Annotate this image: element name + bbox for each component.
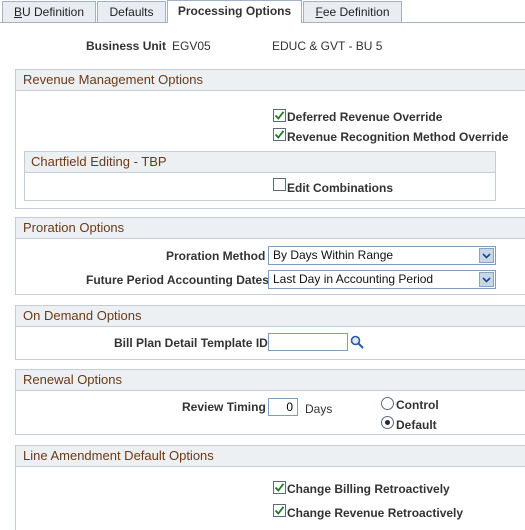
bill-plan-template-input[interactable] <box>268 333 348 351</box>
tab-fee-definition-accesskey: F <box>315 5 323 19</box>
check-icon <box>274 483 285 492</box>
future-period-dates-select[interactable]: Last Day in Accounting Period <box>268 270 496 289</box>
control-radio[interactable] <box>381 397 394 410</box>
edit-combinations-checkbox[interactable] <box>273 178 286 191</box>
tab-fee-definition-label: ee Definition <box>322 5 390 19</box>
chevron-down-icon <box>479 272 494 287</box>
check-icon <box>274 506 285 515</box>
change-revenue-retroactively-label: Change Revenue Retroactively <box>287 506 464 520</box>
radio-selected-dot <box>385 420 390 425</box>
control-radio-label: Control <box>396 398 439 412</box>
business-unit-description: EDUC & GVT - BU 5 <box>272 39 383 53</box>
change-billing-retroactively-label: Change Billing Retroactively <box>287 482 450 496</box>
tab-bu-definition-accesskey: B <box>13 5 22 19</box>
tab-defaults[interactable]: Defaults <box>97 1 166 22</box>
review-timing-label: Review Timing <box>182 400 266 414</box>
revenue-recognition-override-checkbox[interactable] <box>273 128 286 141</box>
days-label: Days <box>305 402 333 416</box>
tab-bu-definition-label: U Definition <box>21 5 85 19</box>
proration-title: Proration Options <box>16 218 525 239</box>
deferred-revenue-override-checkbox[interactable] <box>273 109 286 122</box>
revenue-recognition-override-label: Revenue Recognition Method Override <box>287 130 509 144</box>
chartfield-editing-title: Chartfield Editing - TBP <box>25 152 495 173</box>
tab-processing-options[interactable]: Processing Options <box>167 0 302 23</box>
renewal-title: Renewal Options <box>16 370 525 391</box>
proration-method-select[interactable]: By Days Within Range <box>268 246 496 265</box>
default-radio-label: Default <box>396 418 437 432</box>
search-icon[interactable] <box>350 335 364 349</box>
business-unit-code: EGV05 <box>172 39 211 53</box>
future-period-dates-label: Future Period Accounting Dates <box>86 273 269 287</box>
review-timing-input[interactable]: 0 <box>268 398 298 416</box>
edit-combinations-label: Edit Combinations <box>287 181 393 195</box>
proration-method-label: Proration Method <box>166 249 266 263</box>
tab-defaults-label: Defaults <box>109 5 154 19</box>
chartfield-editing-group: Chartfield Editing - TBP <box>24 151 496 201</box>
chevron-down-icon <box>479 248 494 263</box>
business-unit-label: Business Unit <box>86 39 167 53</box>
check-icon <box>274 111 285 120</box>
tab-fee-definition[interactable]: Fee Definition <box>303 1 402 22</box>
on-demand-title: On Demand Options <box>16 306 525 327</box>
default-radio[interactable] <box>381 416 394 429</box>
tab-bu-definition[interactable]: BU Definition <box>2 1 96 22</box>
change-billing-retroactively-checkbox[interactable] <box>273 481 286 494</box>
tab-bar: BU Definition Defaults Processing Option… <box>0 0 525 23</box>
deferred-revenue-override-label: Deferred Revenue Override <box>287 110 443 124</box>
revenue-management-title: Revenue Management Options <box>16 70 525 91</box>
bill-plan-template-label: Bill Plan Detail Template ID <box>114 336 268 350</box>
change-revenue-retroactively-checkbox[interactable] <box>273 504 286 517</box>
future-period-dates-value: Last Day in Accounting Period <box>273 272 434 286</box>
line-amendment-title: Line Amendment Default Options <box>16 446 525 467</box>
tab-processing-options-label: Processing Options <box>177 4 292 18</box>
proration-method-value: By Days Within Range <box>273 248 394 262</box>
check-icon <box>274 130 285 139</box>
